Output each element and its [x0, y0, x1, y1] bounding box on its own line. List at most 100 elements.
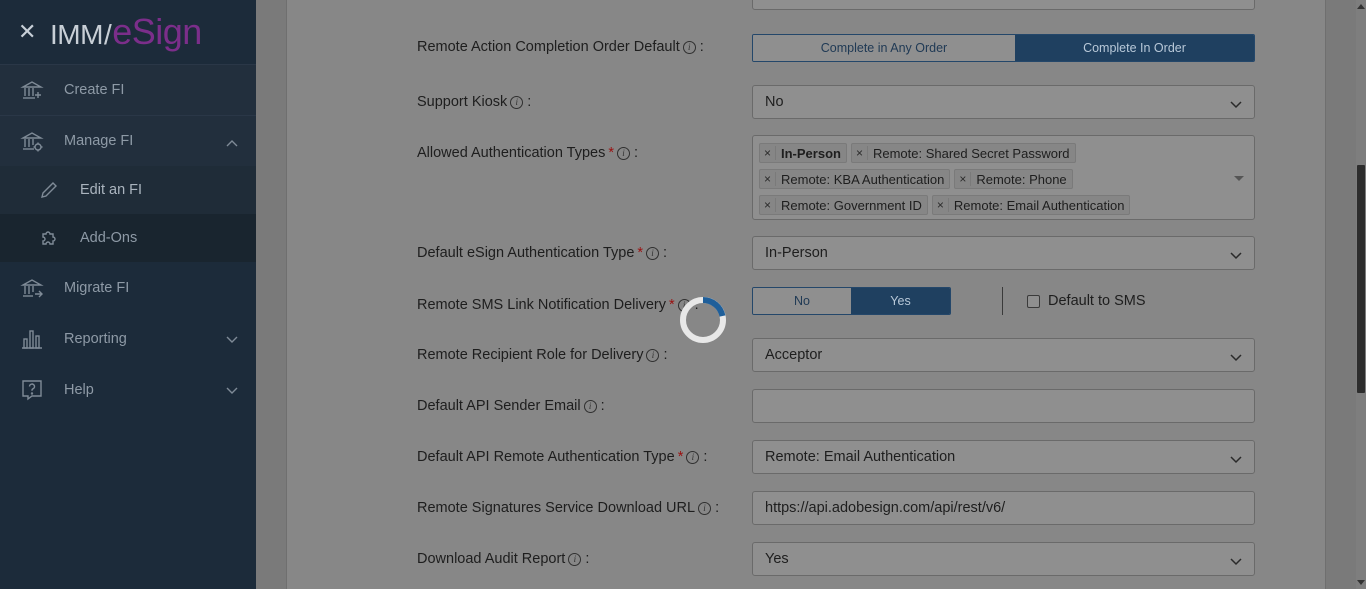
sidebar-subitem-label: Add-Ons: [80, 230, 138, 246]
sidebar-item-label: Create FI: [64, 82, 125, 98]
info-icon[interactable]: i: [646, 348, 660, 362]
colon: :: [663, 347, 668, 363]
label-text: Download Audit Report: [417, 551, 566, 567]
required-marker: *: [669, 297, 675, 313]
option-yes[interactable]: Yes: [851, 288, 950, 314]
allowed-auth-multiselect[interactable]: × In-Person × Remote: Shared Secret Passwo…: [752, 135, 1255, 220]
pencil-icon: [38, 179, 60, 201]
completion-order-toggle: Complete in Any Order Complete In Order: [752, 34, 1255, 62]
required-marker: *: [608, 145, 615, 161]
checkbox-label: Default to SMS: [1048, 293, 1146, 309]
question-bubble-icon: [20, 378, 44, 402]
default-to-sms-checkbox[interactable]: [1027, 294, 1040, 308]
chip: × In-Person: [759, 143, 847, 163]
logo-imm: IMM: [50, 19, 103, 50]
remove-chip-icon[interactable]: ×: [760, 172, 776, 186]
info-icon[interactable]: i: [583, 399, 597, 413]
label-text: Remote Recipient Role for Delivery: [417, 347, 644, 363]
chevron-up-icon: [226, 135, 238, 151]
info-icon[interactable]: i: [686, 450, 700, 464]
option-any-order[interactable]: Complete in Any Order: [753, 35, 1015, 61]
info-icon[interactable]: i: [646, 246, 660, 260]
option-in-order[interactable]: Complete In Order: [1014, 35, 1254, 61]
chevron-down-icon: [226, 332, 238, 348]
select-value: No: [765, 94, 784, 110]
colon: :: [663, 245, 668, 261]
audit-report-select[interactable]: Yes: [752, 542, 1255, 576]
sidebar-header: ✕ IMM / eSign: [0, 0, 256, 64]
support-kiosk-label: Support Kiosk i:: [417, 94, 531, 110]
sidebar-subitem-add-ons[interactable]: Add-Ons: [0, 214, 256, 262]
scrollbar[interactable]: [1356, 0, 1366, 589]
loading-spinner-icon: [678, 295, 728, 345]
required-marker: *: [637, 245, 644, 261]
default-esign-auth-label: Default eSign Authentication Type * i:: [417, 245, 667, 261]
remove-chip-icon[interactable]: ×: [955, 172, 972, 186]
caret-down-icon[interactable]: [1234, 176, 1244, 181]
label-text: Remote SMS Link Notification Delivery: [417, 297, 667, 313]
colon: :: [703, 449, 708, 465]
chip-label: Remote: Email Authentication: [953, 197, 1125, 213]
settings-card: Remote Action Completion Order Default i…: [286, 0, 1326, 589]
completion-order-label: Remote Action Completion Order Default i…: [417, 39, 704, 55]
label-text: Support Kiosk: [417, 94, 508, 110]
chip-label: Remote: KBA Authentication: [781, 171, 945, 187]
audit-report-label: Download Audit Report i:: [417, 551, 589, 567]
remove-chip-icon[interactable]: ×: [852, 146, 868, 160]
required-marker: *: [677, 449, 684, 465]
remove-chip-icon[interactable]: ×: [760, 146, 776, 160]
sidebar-item-migrate-fi[interactable]: Migrate FI: [0, 262, 256, 313]
sidebar-item-create-fi[interactable]: Create FI: [0, 64, 256, 115]
info-icon[interactable]: i: [510, 95, 524, 109]
scroll-up-icon[interactable]: [1357, 4, 1365, 9]
label-text: Default API Remote Authentication Type: [417, 449, 675, 465]
info-icon[interactable]: i: [682, 40, 696, 54]
sidebar-item-reporting[interactable]: Reporting: [0, 313, 256, 364]
sidebar-item-label: Manage FI: [64, 133, 134, 149]
api-remote-auth-select[interactable]: Remote: Email Authentication: [752, 440, 1255, 474]
sidebar-item-manage-fi[interactable]: Manage FI: [0, 115, 256, 166]
label-text: Default eSign Authentication Type: [417, 245, 635, 261]
sidebar-item-help[interactable]: Help: [0, 364, 256, 415]
chevron-down-icon: [1230, 350, 1242, 366]
chip-label: Remote: Shared Secret Password: [872, 145, 1070, 161]
info-icon[interactable]: i: [698, 501, 712, 515]
bank-arrow-icon: [20, 276, 44, 300]
default-esign-auth-select[interactable]: In-Person: [752, 236, 1255, 270]
chevron-down-icon: [1230, 248, 1242, 264]
default-to-sms[interactable]: Default to SMS: [1027, 293, 1146, 309]
scroll-thumb[interactable]: [1357, 165, 1365, 393]
colon: :: [715, 500, 720, 516]
scroll-down-icon[interactable]: [1357, 580, 1365, 585]
bank-gear-icon: [20, 129, 44, 153]
colon: :: [585, 551, 590, 567]
sidebar: ✕ IMM / eSign Create FI Manage FI Edit an …: [0, 0, 256, 589]
chip-label: In-Person: [781, 145, 841, 161]
download-url-input[interactable]: https://api.adobesign.com/api/rest/v6/: [752, 491, 1255, 525]
api-sender-email-label: Default API Sender Email i:: [417, 398, 605, 414]
option-no[interactable]: No: [753, 288, 851, 314]
info-icon[interactable]: i: [568, 552, 582, 566]
api-sender-email-input[interactable]: [752, 389, 1255, 423]
logo-esign: eSign: [112, 11, 202, 52]
label-text: Allowed Authentication Types: [417, 145, 606, 161]
chevron-down-icon: [1230, 554, 1242, 570]
support-kiosk-select[interactable]: No: [752, 85, 1255, 119]
remove-chip-icon[interactable]: ×: [760, 198, 776, 212]
sidebar-subitem-edit-fi[interactable]: Edit an FI: [0, 166, 256, 214]
main-content: Remote Action Completion Order Default i…: [256, 0, 1366, 589]
info-icon[interactable]: i: [617, 146, 631, 160]
chip: × Remote: KBA Authentication: [759, 169, 951, 189]
chevron-down-icon: [226, 383, 238, 399]
bar-chart-icon: [20, 327, 44, 351]
close-icon[interactable]: ✕: [18, 21, 38, 43]
top-field-partial[interactable]: [752, 0, 1255, 10]
remove-chip-icon[interactable]: ×: [933, 198, 949, 212]
colon: :: [527, 94, 532, 110]
chip: × Remote: Shared Secret Password: [850, 143, 1076, 163]
sidebar-item-label: Help: [64, 381, 94, 398]
select-value: Acceptor: [765, 347, 823, 363]
sms-delivery-toggle: No Yes: [752, 287, 951, 315]
recipient-role-select[interactable]: Acceptor: [752, 338, 1255, 372]
download-url-label: Remote Signatures Service Download URL i…: [417, 500, 719, 516]
